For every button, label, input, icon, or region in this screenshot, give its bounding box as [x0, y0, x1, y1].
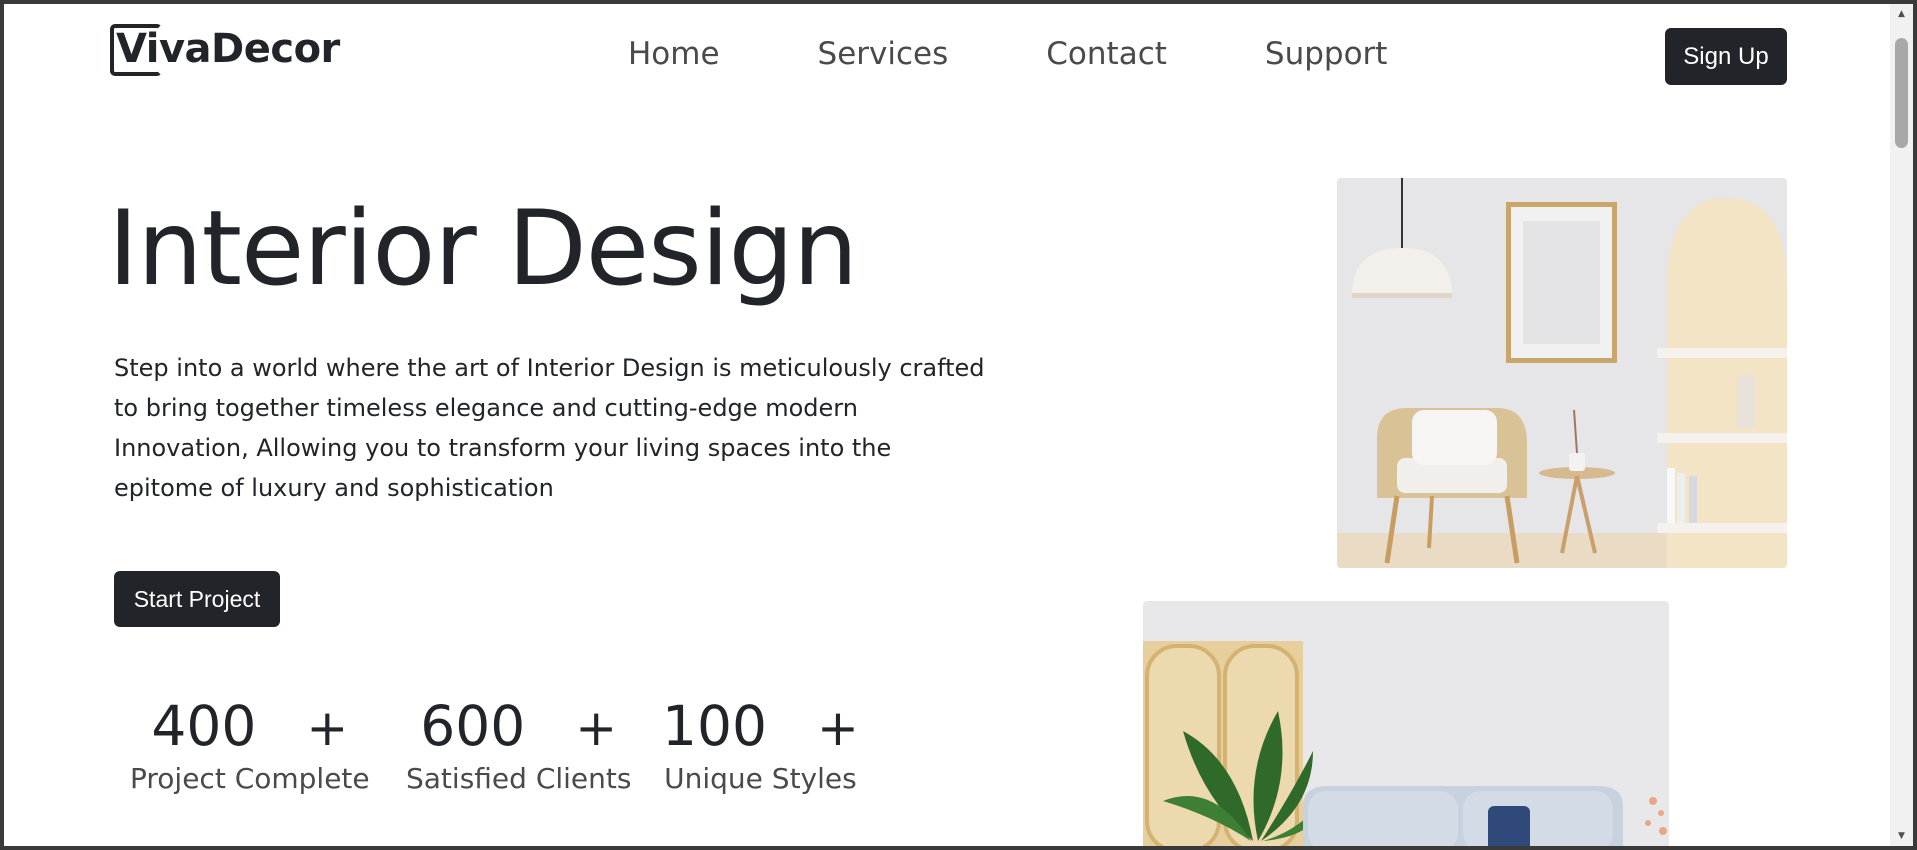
sign-up-button[interactable]: Sign Up [1665, 28, 1787, 85]
stat-label: Unique Styles [664, 762, 857, 795]
nav-home[interactable]: Home [628, 36, 720, 72]
stat-label: Project Complete [130, 762, 370, 795]
stat-value: 100 + [662, 694, 859, 758]
stat-projects: 400 + Project Complete [130, 694, 370, 795]
start-project-button[interactable]: Start Project [114, 571, 280, 627]
stat-label: Satisfied Clients [406, 762, 632, 795]
interior-photo-armchair [1337, 178, 1787, 568]
scroll-down-icon[interactable]: ▼ [1890, 828, 1913, 844]
stat-clients: 600 + Satisfied Clients [406, 694, 631, 795]
hero-title: Interior Design [108, 189, 858, 309]
nav-contact[interactable]: Contact [1046, 36, 1167, 72]
stat-value: 400 + [151, 694, 349, 758]
hero-description: Step into a world where the art of Inter… [114, 354, 985, 502]
scroll-up-icon[interactable]: ▲ [1890, 6, 1913, 22]
interior-photo-sofa [1143, 601, 1669, 846]
nav-support[interactable]: Support [1265, 36, 1388, 72]
page-viewport: VivaDecor Home Services Contact Support … [4, 4, 1890, 846]
stat-value: 600 + [420, 694, 618, 758]
nav-services[interactable]: Services [818, 36, 949, 72]
main-nav: Home Services Contact Support [628, 36, 1485, 72]
scrollbar-thumb[interactable] [1895, 38, 1908, 148]
page-scrollbar[interactable]: ▲ ▼ [1890, 4, 1913, 846]
brand-name: VivaDecor [116, 26, 340, 72]
stat-styles: 100 + Unique Styles [662, 694, 859, 795]
